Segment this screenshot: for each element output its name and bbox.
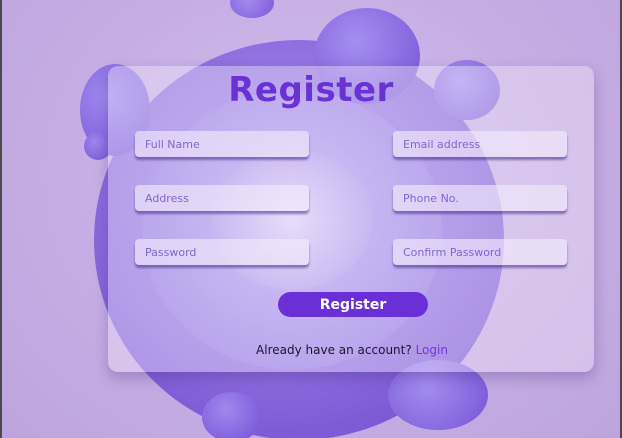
- address-input[interactable]: [135, 185, 309, 211]
- phone-input[interactable]: [393, 185, 567, 211]
- login-prompt-row: Already have an account? Login: [0, 343, 622, 357]
- page-title: Register: [228, 70, 394, 110]
- register-card: [108, 66, 594, 372]
- confirm-password-input[interactable]: [393, 239, 567, 265]
- full-name-input[interactable]: [135, 131, 309, 157]
- decorative-sphere: [230, 0, 274, 18]
- register-button[interactable]: Register: [278, 292, 428, 317]
- account-prompt-text: Already have an account?: [256, 343, 412, 357]
- password-input[interactable]: [135, 239, 309, 265]
- decorative-sphere: [202, 392, 262, 438]
- login-link[interactable]: Login: [416, 343, 448, 357]
- email-input[interactable]: [393, 131, 567, 157]
